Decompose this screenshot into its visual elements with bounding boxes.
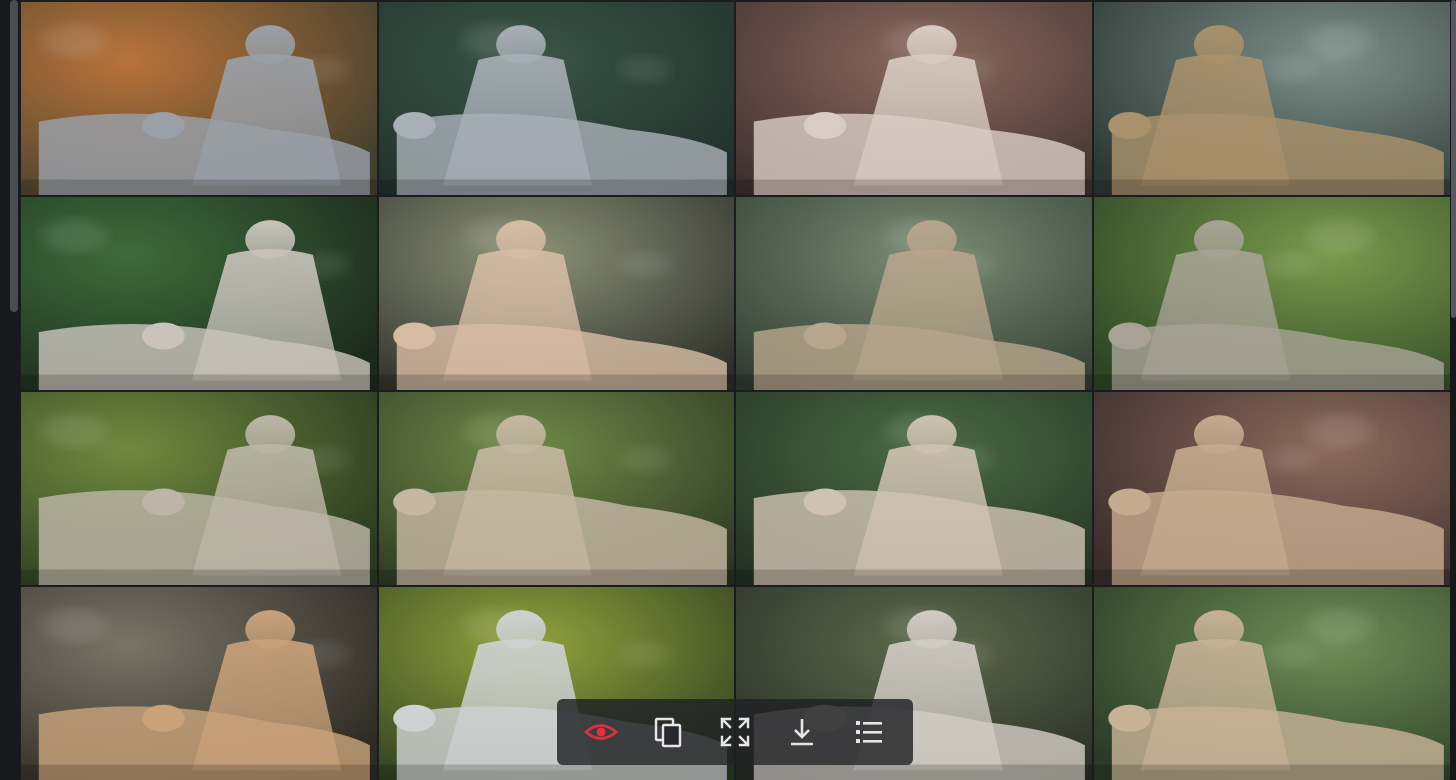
gallery-image: [379, 392, 734, 585]
eye-icon: [583, 724, 618, 740]
image-action-toolbar: [557, 699, 913, 765]
gallery-image: [21, 2, 377, 195]
gallery-image: [21, 587, 377, 780]
gallery-image: [1094, 197, 1451, 390]
fullscreen-button[interactable]: [711, 708, 759, 756]
gallery-image-tile[interactable]: [21, 197, 377, 390]
gallery-image-tile[interactable]: [1094, 392, 1451, 585]
gallery-image: [379, 197, 734, 390]
gallery-image-tile[interactable]: [736, 2, 1092, 195]
gallery-image: [1094, 2, 1451, 195]
gallery-image-tile[interactable]: [379, 197, 734, 390]
gallery-image: [21, 197, 377, 390]
gallery-image: [21, 392, 377, 585]
gallery-image: [736, 392, 1092, 585]
fullscreen-icon: [720, 717, 750, 747]
view-button[interactable]: [577, 708, 625, 756]
download-icon: [791, 719, 814, 746]
left-scrollbar[interactable]: [0, 0, 20, 780]
gallery-image-tile[interactable]: [21, 392, 377, 585]
gallery-image-tile[interactable]: [379, 392, 734, 585]
gallery-image-tile[interactable]: [736, 392, 1092, 585]
gallery-image: [1094, 392, 1451, 585]
gallery-image: [1094, 587, 1451, 780]
image-grid: [21, 2, 1451, 780]
gallery-image: [736, 197, 1092, 390]
copy-button[interactable]: [644, 708, 692, 756]
image-gallery-app: [0, 0, 1456, 780]
gallery-image: [736, 2, 1092, 195]
gallery-image-tile[interactable]: [736, 197, 1092, 390]
left-scrollbar-thumb[interactable]: [10, 0, 18, 312]
gallery-image-tile[interactable]: [21, 2, 377, 195]
list-icon: [856, 721, 883, 743]
gallery-image-tile[interactable]: [379, 2, 734, 195]
gallery-image-tile[interactable]: [21, 587, 377, 780]
copy-icon: [654, 717, 681, 748]
gallery-image-tile[interactable]: [1094, 587, 1451, 780]
download-button[interactable]: [778, 708, 826, 756]
right-scrollbar[interactable]: [1450, 0, 1456, 780]
gallery-image-tile[interactable]: [1094, 197, 1451, 390]
gallery-image-tile[interactable]: [1094, 2, 1451, 195]
gallery-image: [379, 2, 734, 195]
list-button[interactable]: [845, 708, 893, 756]
right-scrollbar-thumb[interactable]: [1451, 0, 1456, 318]
